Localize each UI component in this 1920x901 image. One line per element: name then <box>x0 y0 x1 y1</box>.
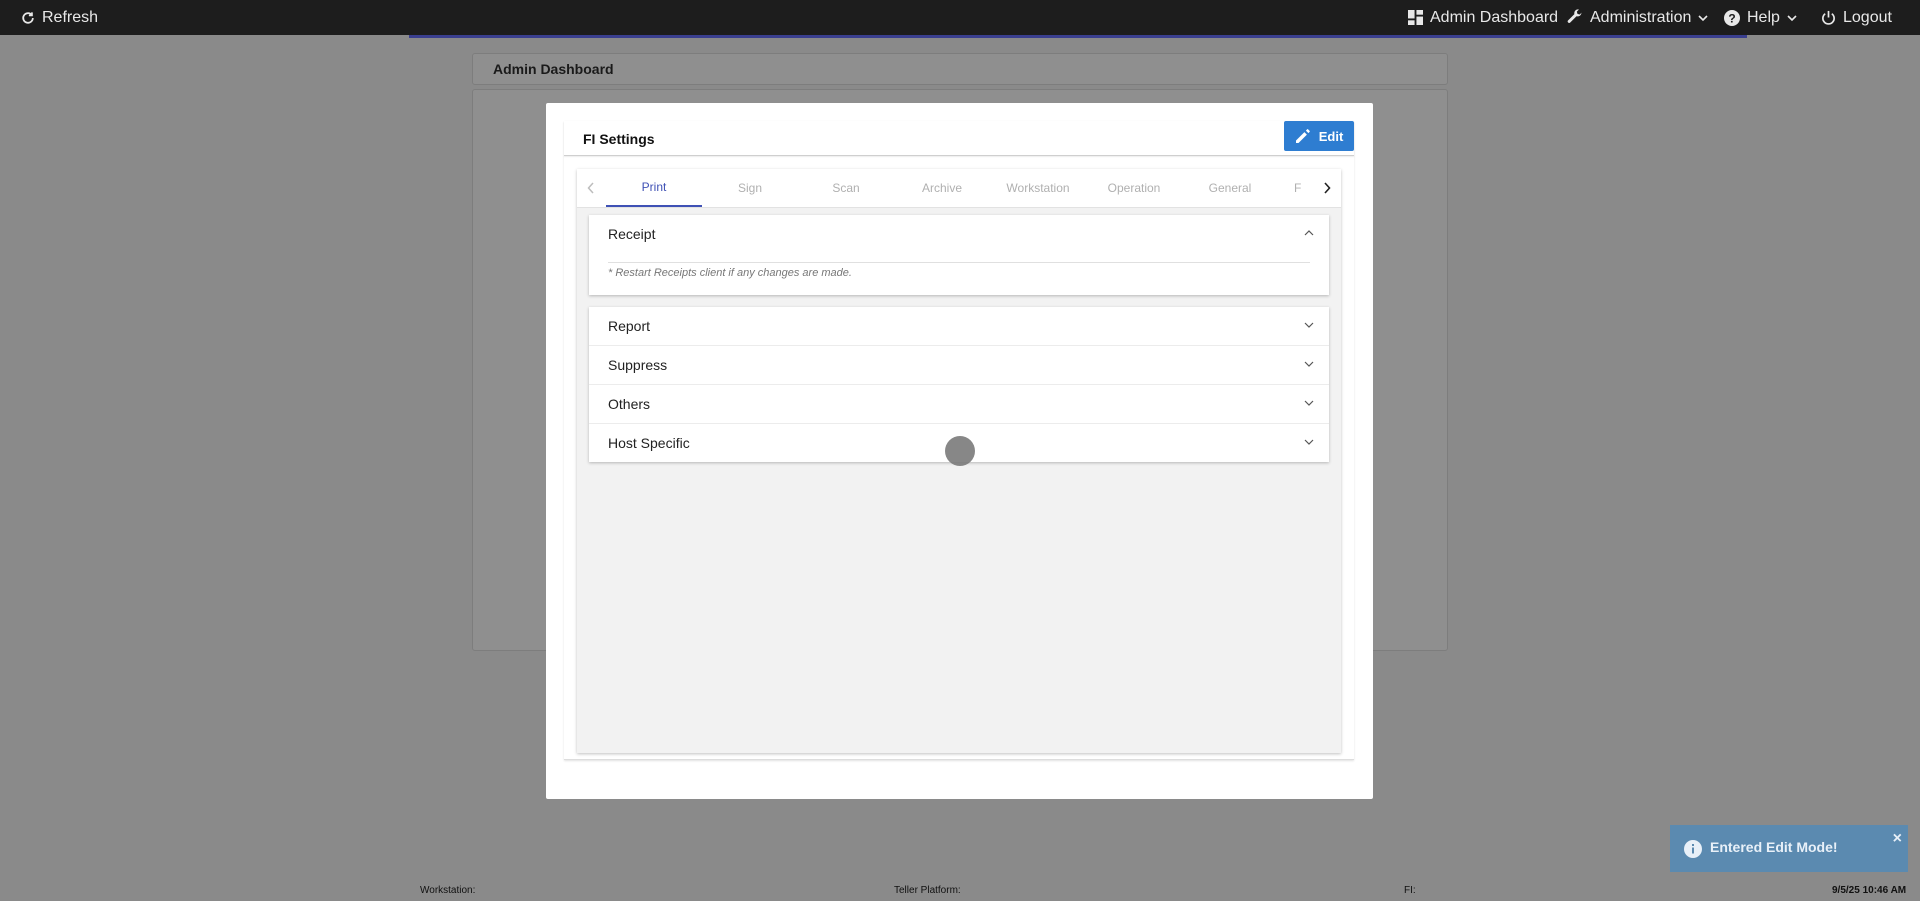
status-datetime: 9/5/25 10:46 AM <box>1832 885 1907 896</box>
toast-message: Entered Edit Mode! <box>1710 839 1838 855</box>
help-icon: ? <box>1724 9 1740 26</box>
divider <box>608 262 1310 263</box>
section-label: Report <box>608 318 651 334</box>
mouse-cursor-indicator <box>945 436 975 466</box>
help-menu[interactable]: ? Help <box>1724 0 1797 35</box>
modal-header: FI Settings Edit <box>564 121 1354 156</box>
wrench-icon <box>1567 9 1582 23</box>
tab-bar: Print Sign Scan Archive Workstation Oper… <box>577 169 1341 208</box>
refresh-icon <box>22 11 34 24</box>
dashboard-header: Admin Dashboard <box>472 53 1448 85</box>
chevron-down-icon <box>1304 361 1314 367</box>
tab-operation[interactable]: Operation <box>1086 169 1182 207</box>
logout-label: Logout <box>1843 8 1892 26</box>
section-suppress[interactable]: Suppress <box>589 346 1329 385</box>
chevron-right-icon <box>1324 182 1331 194</box>
tab-scan[interactable]: Scan <box>798 169 894 207</box>
dashboard-title: Admin Dashboard <box>493 61 614 77</box>
modal-title: FI Settings <box>583 131 655 147</box>
tab-general[interactable]: General <box>1182 169 1278 207</box>
toast-close-button[interactable]: × <box>1893 831 1902 847</box>
chevron-down-icon <box>1304 439 1314 445</box>
refresh-button[interactable]: Refresh <box>21 0 98 35</box>
chevron-down-icon <box>1304 400 1314 406</box>
status-workstation: Workstation: <box>420 885 476 896</box>
tab-scroll-right[interactable] <box>1313 169 1341 207</box>
tab-workstation[interactable]: Workstation <box>990 169 1086 207</box>
section-label: Suppress <box>608 357 668 373</box>
status-fi: FI: <box>1404 885 1416 896</box>
chevron-left-icon <box>587 182 594 194</box>
admin-dashboard-link[interactable]: Admin Dashboard <box>1408 0 1558 35</box>
tab-print[interactable]: Print <box>606 169 702 207</box>
section-label: Host Specific <box>608 435 690 451</box>
chevron-down-icon <box>1787 14 1797 21</box>
administration-menu[interactable]: Administration <box>1566 0 1708 35</box>
admin-dashboard-label: Admin Dashboard <box>1430 8 1559 26</box>
toast-notification: Entered Edit Mode! × <box>1670 825 1908 872</box>
tab-sign[interactable]: Sign <box>702 169 798 207</box>
dashboard-icon <box>1408 10 1423 25</box>
tab-partial[interactable]: F <box>1278 169 1313 207</box>
edit-label: Edit <box>1318 128 1344 144</box>
receipt-panel: Receipt * Restart Receipts client if any… <box>589 215 1329 295</box>
section-label: Others <box>608 396 651 412</box>
section-others[interactable]: Others <box>589 385 1329 424</box>
pencil-icon <box>1295 129 1310 143</box>
tab-scroll-left[interactable] <box>577 169 605 207</box>
receipt-note: * Restart Receipts client if any changes… <box>608 267 852 279</box>
refresh-label: Refresh <box>42 8 99 26</box>
tab-archive[interactable]: Archive <box>894 169 990 207</box>
status-teller-platform: Teller Platform: <box>894 885 961 896</box>
section-report[interactable]: Report <box>589 307 1329 346</box>
receipt-header[interactable]: Receipt <box>589 215 1329 253</box>
top-navbar: Refresh Admin Dashboard Administration ?… <box>0 0 1920 35</box>
receipt-label: Receipt <box>608 226 656 242</box>
svg-text:?: ? <box>1728 11 1735 25</box>
edit-button[interactable]: Edit <box>1284 121 1354 151</box>
chevron-up-icon <box>1304 230 1314 236</box>
status-bar: Workstation: Teller Platform: FI: 9/5/25… <box>0 878 1920 901</box>
navbar-accent-line <box>409 35 1747 38</box>
logout-button[interactable]: Logout <box>1821 0 1892 35</box>
power-icon <box>1822 10 1835 25</box>
help-label: Help <box>1747 8 1780 26</box>
administration-label: Administration <box>1590 8 1692 26</box>
chevron-down-icon <box>1698 14 1708 21</box>
chevron-down-icon <box>1304 322 1314 328</box>
info-icon <box>1684 840 1702 858</box>
